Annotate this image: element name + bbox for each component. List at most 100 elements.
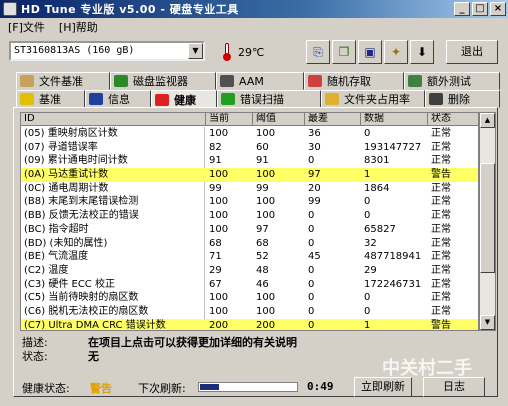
attr-data: 32 [364, 237, 377, 249]
table-body: (05) 重映射扇区计数 100 100 36 0 正常 (07) 寻道错误率 82 60 30 1… [21, 127, 478, 331]
attr-worst: 97 [308, 169, 321, 181]
close-icon[interactable]: × [490, 2, 506, 16]
table-row[interactable]: (05) 重映射扇区计数 100 100 36 0 正常 [21, 127, 478, 141]
attr-status: 正常 [431, 196, 451, 208]
scroll-up-icon[interactable]: ▲ [480, 113, 495, 128]
col-header-status[interactable]: 状态 [428, 113, 478, 126]
refresh-now-button[interactable]: 立即刷新 [354, 377, 412, 397]
attr-threshold: 52 [256, 251, 269, 263]
attr-worst: 0 [308, 210, 315, 222]
table-row[interactable]: (0A) 马达重试计数 100 100 97 1 警告 [21, 168, 478, 182]
copy-info-button[interactable]: ⎘ [306, 40, 330, 64]
disk-monitor-icon [114, 75, 128, 87]
copy-screen-button[interactable]: ❐ [332, 40, 356, 64]
table-row[interactable]: (C6) 脱机无法校正的扇区数 100 100 0 0 正常 [21, 305, 478, 319]
table-row[interactable]: (BE) 气流温度 71 52 45 487718941 正常 [21, 250, 478, 264]
attr-worst: 0 [308, 305, 315, 317]
window-title: HD Tune 专业版 v5.00 - 硬盘专业工具 [21, 3, 239, 16]
table-row[interactable]: (09) 累计通电时间计数 91 91 0 8301 正常 [21, 154, 478, 168]
tab-info[interactable]: 信息 [85, 90, 151, 108]
health-status-value: 警告 [90, 382, 112, 395]
table-row[interactable]: (B8) 末尾到末尾错误检测 100 100 99 0 正常 [21, 195, 478, 209]
attr-name: (C2) 温度 [24, 264, 69, 276]
tab-label: 额外测试 [427, 75, 471, 88]
minimize-icon[interactable]: _ [454, 2, 470, 16]
col-header-threshold[interactable]: 阈值 [253, 113, 305, 126]
table-row[interactable]: (BC) 指令超时 100 97 0 65827 正常 [21, 223, 478, 237]
tab-label: 文件基准 [39, 75, 83, 88]
table-row[interactable]: (0C) 通电周期计数 99 99 20 1864 正常 [21, 182, 478, 196]
health-cross-icon [155, 93, 169, 106]
tab-extra-tests[interactable]: 额外测试 [404, 72, 500, 90]
attr-worst: 30 [308, 141, 321, 153]
col-header-worst[interactable]: 最差 [305, 113, 361, 126]
scroll-down-icon[interactable]: ▼ [480, 315, 495, 330]
col-header-current[interactable]: 当前 [206, 113, 253, 126]
attr-data: 487718941 [364, 251, 422, 263]
attr-name: (05) 重映射扇区计数 [24, 128, 118, 139]
tab-error-scan[interactable]: 错误扫描 [217, 90, 321, 108]
tab-erase[interactable]: 删除 [425, 90, 500, 108]
attr-data: 1 [364, 169, 371, 181]
settings-button[interactable]: ✦ [384, 40, 408, 64]
attr-name: (0C) 通电周期计数 [24, 182, 109, 194]
attr-threshold: 100 [256, 196, 276, 208]
refresh-progress-fill [200, 384, 219, 390]
copy-info-icon: ⎘ [313, 45, 323, 59]
drive-select-value: ST3160813AS (160 gB) [14, 45, 135, 56]
attr-status: 正常 [431, 155, 451, 167]
attr-current: 99 [209, 182, 222, 194]
attr-status: 正常 [431, 278, 451, 290]
col-header-data[interactable]: 数据 [361, 113, 428, 126]
state-label: 状态: [22, 350, 48, 363]
chevron-down-icon[interactable]: ▼ [188, 43, 203, 59]
tab-health[interactable]: 健康 [151, 90, 217, 108]
toolbar: ST3160813AS (160 gB) ▼ 29℃ ⎘ ❐ ▣ ✦ ⬇ 退出 [0, 37, 508, 67]
table-row[interactable]: (C5) 当前待映射的扇区数 100 100 0 0 正常 [21, 291, 478, 305]
tab-benchmark[interactable]: 基准 [16, 90, 85, 108]
table-row[interactable]: (BD) (未知的属性) 68 68 0 32 正常 [21, 237, 478, 251]
attr-name: (BE) 气流温度 [24, 251, 89, 263]
maximize-icon[interactable]: □ [472, 2, 488, 16]
tab-aam[interactable]: AAM [216, 72, 304, 90]
watermark: 中关村二手 [382, 358, 472, 379]
drive-select[interactable]: ST3160813AS (160 gB) ▼ [9, 41, 205, 61]
attr-threshold: 100 [256, 210, 276, 222]
tab-folder-usage[interactable]: 文件夹占用率 [321, 90, 425, 108]
save-icon: ▣ [364, 45, 376, 59]
tab-file-benchmark[interactable]: 文件基准 [16, 72, 110, 90]
attr-worst: 0 [308, 292, 315, 304]
attr-current: 68 [209, 237, 222, 249]
attr-current: 100 [209, 223, 229, 235]
table-row[interactable]: (C7) Ultra DMA CRC 错误计数 200 200 0 1 警告 [21, 318, 478, 331]
benchmark-icon [20, 93, 34, 105]
attr-data: 1 [364, 319, 371, 331]
table-row[interactable]: (C2) 温度 29 48 0 29 正常 [21, 264, 478, 278]
attr-threshold: 100 [256, 292, 276, 304]
download-button[interactable]: ⬇ [410, 40, 434, 64]
tab-random-access[interactable]: 随机存取 [304, 72, 404, 90]
attr-current: 100 [209, 305, 229, 317]
table-scrollbar[interactable]: ▲ ▼ [479, 112, 496, 331]
attr-status: 警告 [431, 169, 451, 181]
attr-worst: 0 [308, 319, 315, 331]
tab-disk-monitor[interactable]: 磁盘监视器 [110, 72, 216, 90]
attr-current: 200 [209, 319, 229, 331]
exit-button[interactable]: 退出 [446, 40, 498, 64]
table-row[interactable]: (BB) 反馈无法校正的错误 100 100 0 0 正常 [21, 209, 478, 223]
log-button[interactable]: 日志 [423, 377, 485, 397]
menu-file[interactable]: [F]文件 [8, 19, 45, 35]
next-refresh-label: 下次刷新: [138, 382, 186, 395]
scroll-thumb[interactable] [480, 163, 495, 273]
table-row[interactable]: (07) 寻道错误率 82 60 30 193147727 正常 [21, 141, 478, 155]
col-header-id[interactable]: ID [21, 113, 206, 126]
attr-current: 82 [209, 141, 222, 153]
download-icon: ⬇ [416, 45, 428, 59]
attr-data: 193147727 [364, 141, 422, 153]
attr-current: 67 [209, 278, 222, 290]
save-button[interactable]: ▣ [358, 40, 382, 64]
table-row[interactable]: (C3) 硬件 ECC 校正 67 46 0 172246731 正常 [21, 278, 478, 292]
attr-threshold: 48 [256, 264, 269, 276]
menu-help[interactable]: [H]帮助 [59, 19, 98, 35]
attr-name: (C5) 当前待映射的扇区数 [24, 292, 139, 304]
